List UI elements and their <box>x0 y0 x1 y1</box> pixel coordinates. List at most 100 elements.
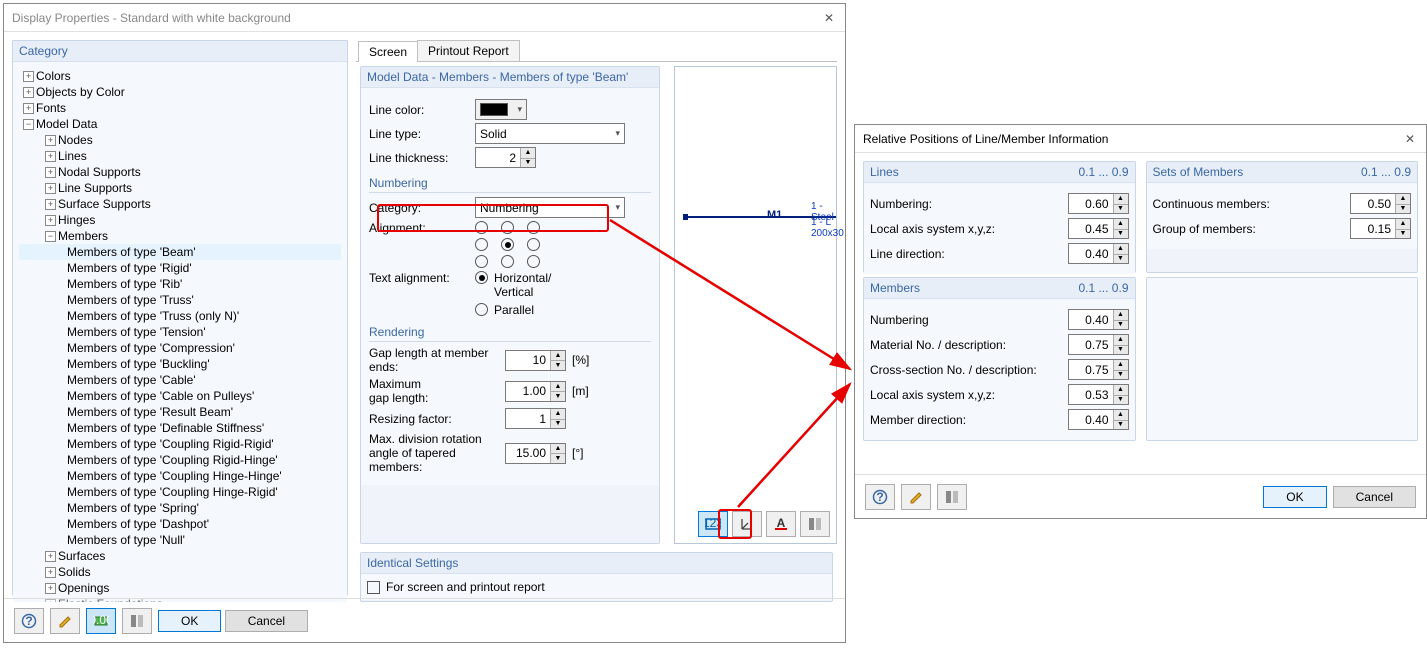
members-material-input[interactable]: ▲▼ <box>1068 334 1129 355</box>
tree-line-supports[interactable]: Line Supports <box>58 180 132 196</box>
alignment-radio-selected[interactable] <box>501 238 514 251</box>
tree-surfaces[interactable]: Surfaces <box>58 548 105 564</box>
resizing-factor-input[interactable]: ▲▼ <box>505 408 566 429</box>
edit-button[interactable] <box>50 608 80 634</box>
tree-members-result-beam[interactable]: Members of type 'Result Beam' <box>67 404 233 420</box>
tree-members-coupling-rr[interactable]: Members of type 'Coupling Rigid-Rigid' <box>67 436 274 452</box>
lines-direction-input[interactable]: ▲▼ <box>1068 243 1129 264</box>
expand-icon[interactable]: + <box>23 103 34 114</box>
alignment-radio[interactable] <box>475 238 488 251</box>
spin-down-icon[interactable]: ▼ <box>520 158 535 168</box>
relative-positions-button[interactable]: 123 <box>698 511 728 537</box>
tree-openings[interactable]: Openings <box>58 580 109 596</box>
lines-numbering-input[interactable]: ▲▼ <box>1068 193 1129 214</box>
alignment-radio[interactable] <box>527 255 540 268</box>
max-division-input[interactable]: ▲▼ <box>505 443 566 464</box>
tree-members-null[interactable]: Members of type 'Null' <box>67 532 185 548</box>
tree-surface-supports[interactable]: Surface Supports <box>58 196 151 212</box>
max-gap-input[interactable]: ▲▼ <box>505 381 566 402</box>
category-tree[interactable]: +Colors +Objects by Color +Fonts −Model … <box>13 62 347 602</box>
members-numbering-input[interactable]: ▲▼ <box>1068 309 1129 330</box>
axes-button[interactable] <box>732 511 762 537</box>
expand-icon[interactable]: + <box>45 199 56 210</box>
help-button[interactable]: ? <box>865 484 895 510</box>
tree-members-coupling-hr[interactable]: Members of type 'Coupling Hinge-Rigid' <box>67 484 278 500</box>
tab-printout-report[interactable]: Printout Report <box>417 40 520 61</box>
tree-members-definable-stiffness[interactable]: Members of type 'Definable Stiffness' <box>67 420 264 436</box>
tree-members-cable-pulleys[interactable]: Members of type 'Cable on Pulleys' <box>67 388 254 404</box>
font-color-button[interactable]: A <box>766 511 796 537</box>
tree-members-coupling-rh[interactable]: Members of type 'Coupling Rigid-Hinge' <box>67 452 278 468</box>
tree-hinges[interactable]: Hinges <box>58 212 95 228</box>
expand-icon[interactable]: + <box>23 71 34 82</box>
alignment-radio[interactable] <box>501 255 514 268</box>
help-button[interactable]: ? <box>14 608 44 634</box>
tree-members[interactable]: Members <box>58 228 108 244</box>
ok-button[interactable]: OK <box>1263 486 1326 508</box>
expand-icon[interactable]: + <box>45 151 56 162</box>
tree-members-rigid[interactable]: Members of type 'Rigid' <box>67 260 192 276</box>
line-color-select[interactable]: ▾ <box>475 99 527 120</box>
members-axis-input[interactable]: ▲▼ <box>1068 384 1129 405</box>
settings-button[interactable] <box>800 511 830 537</box>
alignment-radio[interactable] <box>501 221 514 234</box>
max-division-label: Max. division rotation angle of tapered … <box>369 432 499 474</box>
tree-members-buckling[interactable]: Members of type 'Buckling' <box>67 356 210 372</box>
expand-icon[interactable]: + <box>45 551 56 562</box>
tree-nodes[interactable]: Nodes <box>58 132 93 148</box>
tree-members-truss[interactable]: Members of type 'Truss' <box>67 292 194 308</box>
alignment-radio[interactable] <box>475 255 488 268</box>
tree-members-compression[interactable]: Members of type 'Compression' <box>67 340 235 356</box>
sets-continuous-input[interactable]: ▲▼ <box>1350 193 1411 214</box>
text-align-horizontal-radio[interactable] <box>475 271 488 284</box>
cancel-button[interactable]: Cancel <box>225 610 308 632</box>
sets-group-input[interactable]: ▲▼ <box>1350 218 1411 239</box>
tree-solids[interactable]: Solids <box>58 564 91 580</box>
collapse-icon[interactable]: − <box>45 231 56 242</box>
tree-members-truss-n[interactable]: Members of type 'Truss (only N)' <box>67 308 239 324</box>
tree-members-dashpot[interactable]: Members of type 'Dashpot' <box>67 516 209 532</box>
numbering-category-select[interactable]: Numbering▾ <box>475 197 625 218</box>
edit-button[interactable] <box>901 484 931 510</box>
gap-length-input[interactable]: ▲▼ <box>505 350 566 371</box>
tree-members-beam[interactable]: Members of type 'Beam' <box>67 244 196 260</box>
alignment-radio[interactable] <box>475 221 488 234</box>
close-icon[interactable]: ✕ <box>821 10 837 26</box>
tree-fonts[interactable]: Fonts <box>36 100 66 116</box>
expand-icon[interactable]: + <box>45 583 56 594</box>
expand-icon[interactable]: + <box>45 215 56 226</box>
close-icon[interactable]: ✕ <box>1402 131 1418 147</box>
ok-button[interactable]: OK <box>158 610 221 632</box>
tree-members-coupling-hh[interactable]: Members of type 'Coupling Hinge-Hinge' <box>67 468 282 484</box>
spin-up-icon[interactable]: ▲ <box>520 148 535 158</box>
tab-screen[interactable]: Screen <box>358 41 418 62</box>
tree-objects-by-color[interactable]: Objects by Color <box>36 84 125 100</box>
alignment-radio[interactable] <box>527 238 540 251</box>
tree-nodal-supports[interactable]: Nodal Supports <box>58 164 141 180</box>
text-align-parallel-radio[interactable] <box>475 303 488 316</box>
expand-icon[interactable]: + <box>23 87 34 98</box>
members-cross-section-input[interactable]: ▲▼ <box>1068 359 1129 380</box>
default-button[interactable]: 0.00 <box>86 608 116 634</box>
tree-members-spring[interactable]: Members of type 'Spring' <box>67 500 199 516</box>
copy-button[interactable] <box>122 608 152 634</box>
tree-members-rib[interactable]: Members of type 'Rib' <box>67 276 182 292</box>
expand-icon[interactable]: + <box>45 183 56 194</box>
tree-lines[interactable]: Lines <box>58 148 87 164</box>
members-direction-input[interactable]: ▲▼ <box>1068 409 1129 430</box>
tree-colors[interactable]: Colors <box>36 68 71 84</box>
line-type-select[interactable]: Solid▾ <box>475 123 625 144</box>
expand-icon[interactable]: + <box>45 167 56 178</box>
alignment-radio[interactable] <box>527 221 540 234</box>
line-thickness-input[interactable]: ▲▼ <box>475 147 536 168</box>
collapse-icon[interactable]: − <box>23 119 34 130</box>
cancel-button[interactable]: Cancel <box>1333 486 1416 508</box>
identical-settings-checkbox[interactable]: For screen and printout report <box>367 580 826 594</box>
tree-members-cable[interactable]: Members of type 'Cable' <box>67 372 196 388</box>
copy-button[interactable] <box>937 484 967 510</box>
tree-members-tension[interactable]: Members of type 'Tension' <box>67 324 206 340</box>
tree-model-data[interactable]: Model Data <box>36 116 97 132</box>
expand-icon[interactable]: + <box>45 135 56 146</box>
lines-axis-input[interactable]: ▲▼ <box>1068 218 1129 239</box>
expand-icon[interactable]: + <box>45 567 56 578</box>
